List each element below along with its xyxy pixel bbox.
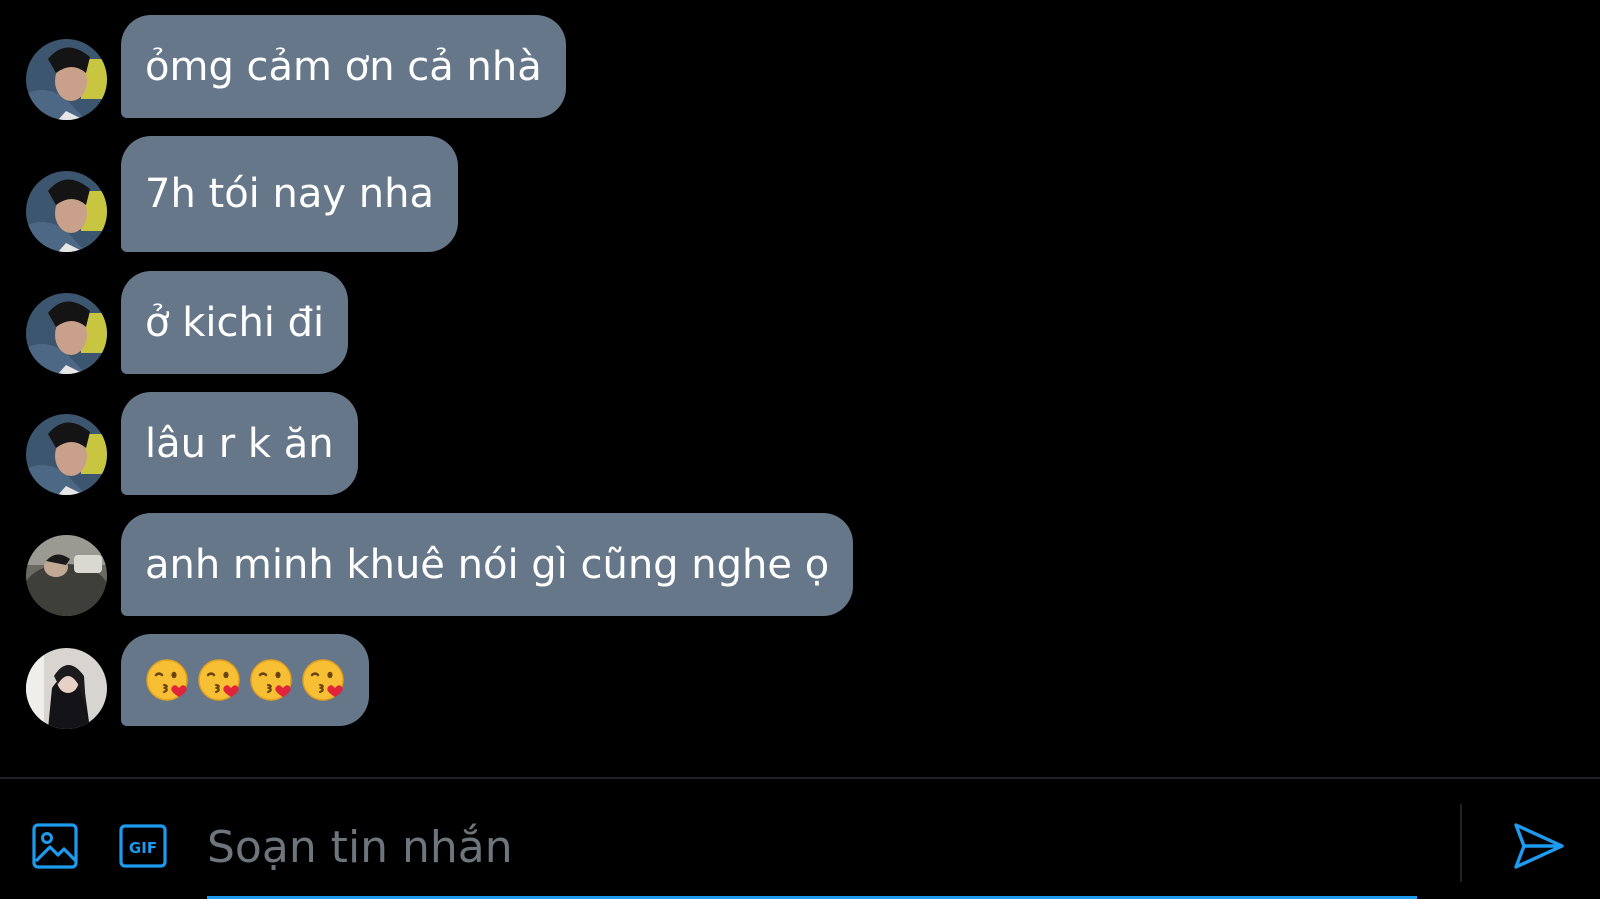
message-input[interactable] [207,799,1417,895]
sender-avatar[interactable] [26,171,107,252]
message-bubble[interactable]: anh minh khuê nói gì cũng nghe ọ [121,513,854,616]
sender-avatar[interactable] [26,414,107,495]
sender-avatar[interactable] [26,648,107,729]
message-row: lâu r k ăn [0,392,1600,495]
message-row: 7h tói nay nha [0,136,1600,252]
dm-conversation-screen: ỏmg cảm ơn cả nhà 7h tói nay nha ở kichi… [0,0,1600,899]
message-bubble[interactable]: ở kichi đi [121,271,349,374]
message-text: 7h tói nay nha [145,171,434,217]
send-icon [1514,823,1564,869]
emoji-row [145,658,345,702]
kissing-face-with-heart-icon [250,659,292,701]
message-bubble[interactable] [121,634,369,726]
add-image-button[interactable] [30,821,80,871]
sender-avatar[interactable] [26,39,107,120]
message-text: lâu r k ăn [145,420,334,467]
message-row [0,634,1600,729]
svg-text:GIF: GIF [129,839,157,857]
message-row: ỏmg cảm ơn cả nhà [0,15,1600,120]
send-button[interactable] [1510,817,1568,875]
composer-divider [1460,804,1462,882]
gif-icon: GIF [119,824,167,868]
message-text: ở kichi đi [145,299,325,346]
message-text: ỏmg cảm ơn cả nhà [145,43,542,90]
message-composer: GIF [0,777,1600,899]
add-gif-button[interactable]: GIF [118,821,168,871]
message-bubble[interactable]: ỏmg cảm ơn cả nhà [121,15,566,118]
message-bubble[interactable]: lâu r k ăn [121,392,358,495]
message-text: anh minh khuê nói gì cũng nghe ọ [145,541,830,588]
kissing-face-with-heart-icon [198,659,240,701]
message-bubble[interactable]: 7h tói nay nha [121,136,458,252]
message-row: anh minh khuê nói gì cũng nghe ọ [0,513,1600,616]
kissing-face-with-heart-icon [302,659,344,701]
image-icon [32,823,78,869]
sender-avatar[interactable] [26,535,107,616]
message-row: ở kichi đi [0,271,1600,374]
message-input-wrapper [207,799,1417,899]
message-list: ỏmg cảm ơn cả nhà 7h tói nay nha ở kichi… [0,0,1600,777]
kissing-face-with-heart-icon [146,659,188,701]
sender-avatar[interactable] [26,293,107,374]
